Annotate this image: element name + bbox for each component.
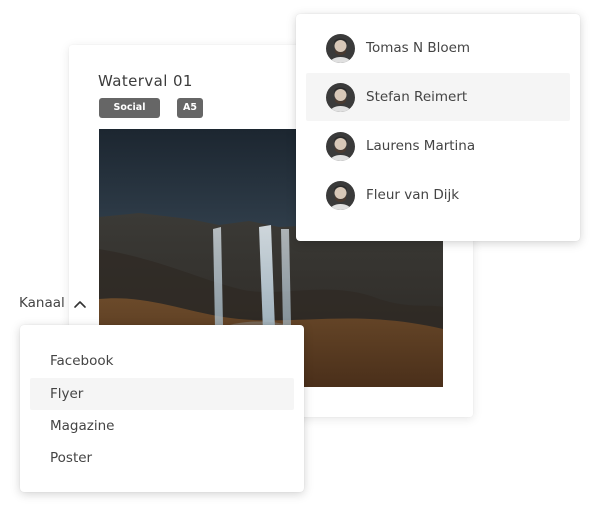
person-name: Stefan Reimert bbox=[366, 89, 468, 105]
option-magazine[interactable]: Magazine bbox=[30, 410, 294, 442]
person-item[interactable]: Stefan Reimert bbox=[306, 73, 570, 121]
tag-social-media: Social media bbox=[99, 98, 160, 133]
channel-label[interactable]: Kanaal bbox=[19, 295, 65, 311]
option-flyer[interactable]: Flyer bbox=[30, 378, 294, 410]
avatar bbox=[326, 83, 355, 112]
chevron-up-icon[interactable] bbox=[72, 296, 88, 312]
tag-format: A5 bbox=[177, 98, 203, 118]
channel-dropdown: Facebook Flyer Magazine Poster bbox=[20, 325, 304, 492]
option-facebook[interactable]: Facebook bbox=[30, 345, 294, 377]
card-title: Waterval 01 bbox=[98, 72, 193, 90]
avatar bbox=[326, 34, 355, 63]
person-name: Tomas N Bloem bbox=[366, 40, 471, 56]
avatar bbox=[326, 181, 355, 210]
person-item[interactable]: Laurens Martina bbox=[306, 122, 570, 170]
person-name: Laurens Martina bbox=[366, 138, 476, 154]
person-item[interactable]: Fleur van Dijk bbox=[306, 171, 570, 219]
avatar bbox=[326, 132, 355, 161]
person-item[interactable]: Tomas N Bloem bbox=[306, 24, 570, 72]
option-poster[interactable]: Poster bbox=[30, 442, 294, 474]
people-dropdown: Tomas N Bloem Stefan Reimert Laurens Mar… bbox=[296, 14, 580, 241]
person-name: Fleur van Dijk bbox=[366, 187, 460, 203]
